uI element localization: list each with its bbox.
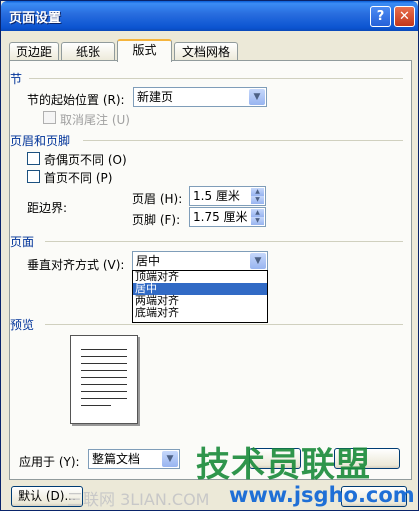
preview-text-line [81,391,127,392]
help-button[interactable]: ? [370,6,391,27]
section-heading: 节 [10,72,23,86]
valign-option-bottom[interactable]: 底端对齐 [133,307,267,319]
preview-text-line [81,377,127,378]
header-distance-label: 页眉 (H): [132,192,183,206]
spin-down-icon[interactable]: ▼ [251,217,264,225]
close-button[interactable]: ✕ [394,6,415,27]
tab-layout[interactable]: 版式 [117,39,172,62]
vertical-align-label: 垂直对齐方式 (V): [27,258,125,272]
header-distance-spinner[interactable]: 1.5 厘米 ▲ ▼ [189,186,266,206]
section-start-value: 新建页 [137,90,174,104]
header-distance-value: 1.5 厘米 [193,189,240,203]
first-page-checkbox[interactable] [27,170,40,183]
watermark-url: www.jsgho.com [229,483,415,507]
footer-distance-spinner[interactable]: 1.75 厘米 ▲ ▼ [189,207,266,227]
first-page-label: 首页不同 (P) [44,171,113,185]
chevron-down-icon[interactable]: ▼ [250,253,266,269]
footer-distance-label: 页脚 (F): [132,213,181,227]
title-bar: 页面设置 ? ✕ [1,1,418,31]
page-heading: 页面 [10,235,35,249]
apply-to-value: 整篇文档 [92,452,141,466]
odd-even-checkbox[interactable] [27,152,40,165]
divider [45,241,403,242]
chevron-down-icon[interactable]: ▼ [249,89,265,105]
vertical-align-select[interactable]: 居中 ▼ [132,251,268,271]
chevron-down-icon[interactable]: ▼ [162,451,178,467]
section-start-select[interactable]: 新建页 ▼ [133,87,267,107]
apply-to-select[interactable]: 整篇文档 ▼ [88,449,180,469]
vertical-align-dropdown: 顶端对齐 居中 两端对齐 底端对齐 [132,270,268,323]
section-start-label: 节的起始位置 (R): [27,93,125,107]
vertical-align-value: 居中 [136,254,161,268]
preview-text-line [81,363,127,364]
apply-to-label: 应用于 (Y): [19,455,80,469]
suppress-endnotes-checkbox[interactable] [43,111,56,124]
tab-paper[interactable]: 纸张 [61,42,115,61]
distance-label: 距边界: [27,201,68,215]
header-footer-heading: 页眉和页脚 [10,134,71,148]
divider [45,324,403,325]
odd-even-label: 奇偶页不同 (O) [44,153,127,167]
footer-distance-value: 1.75 厘米 [193,210,248,224]
preview-thumbnail [70,335,138,424]
suppress-endnotes-label: 取消尾注 (U) [60,113,130,127]
preview-text-line [81,384,127,385]
spin-up-icon[interactable]: ▲ [251,188,264,196]
divider [29,78,403,79]
preview-text-line [81,370,127,371]
window-title: 页面设置 [9,11,62,26]
tab-doc-grid[interactable]: 文档网格 [174,42,238,61]
spin-up-icon[interactable]: ▲ [251,209,264,217]
preview-text-line [81,356,127,357]
preview-heading: 预览 [10,318,35,332]
preview-text-line [81,398,127,399]
watermark-logo-text: 技术员联盟 [196,445,371,485]
preview-text-line [81,349,127,350]
tab-margins[interactable]: 页边距 [9,42,59,61]
spin-down-icon[interactable]: ▼ [251,196,264,204]
faint-watermark: 三联网 3LIAN.COM [67,490,210,509]
preview-text-line [81,405,111,406]
divider [83,140,403,141]
page-setup-dialog: 页面设置 ? ✕ 页边距 纸张 版式 文档网格 节 节的起始位置 (R): 新建… [0,0,419,511]
